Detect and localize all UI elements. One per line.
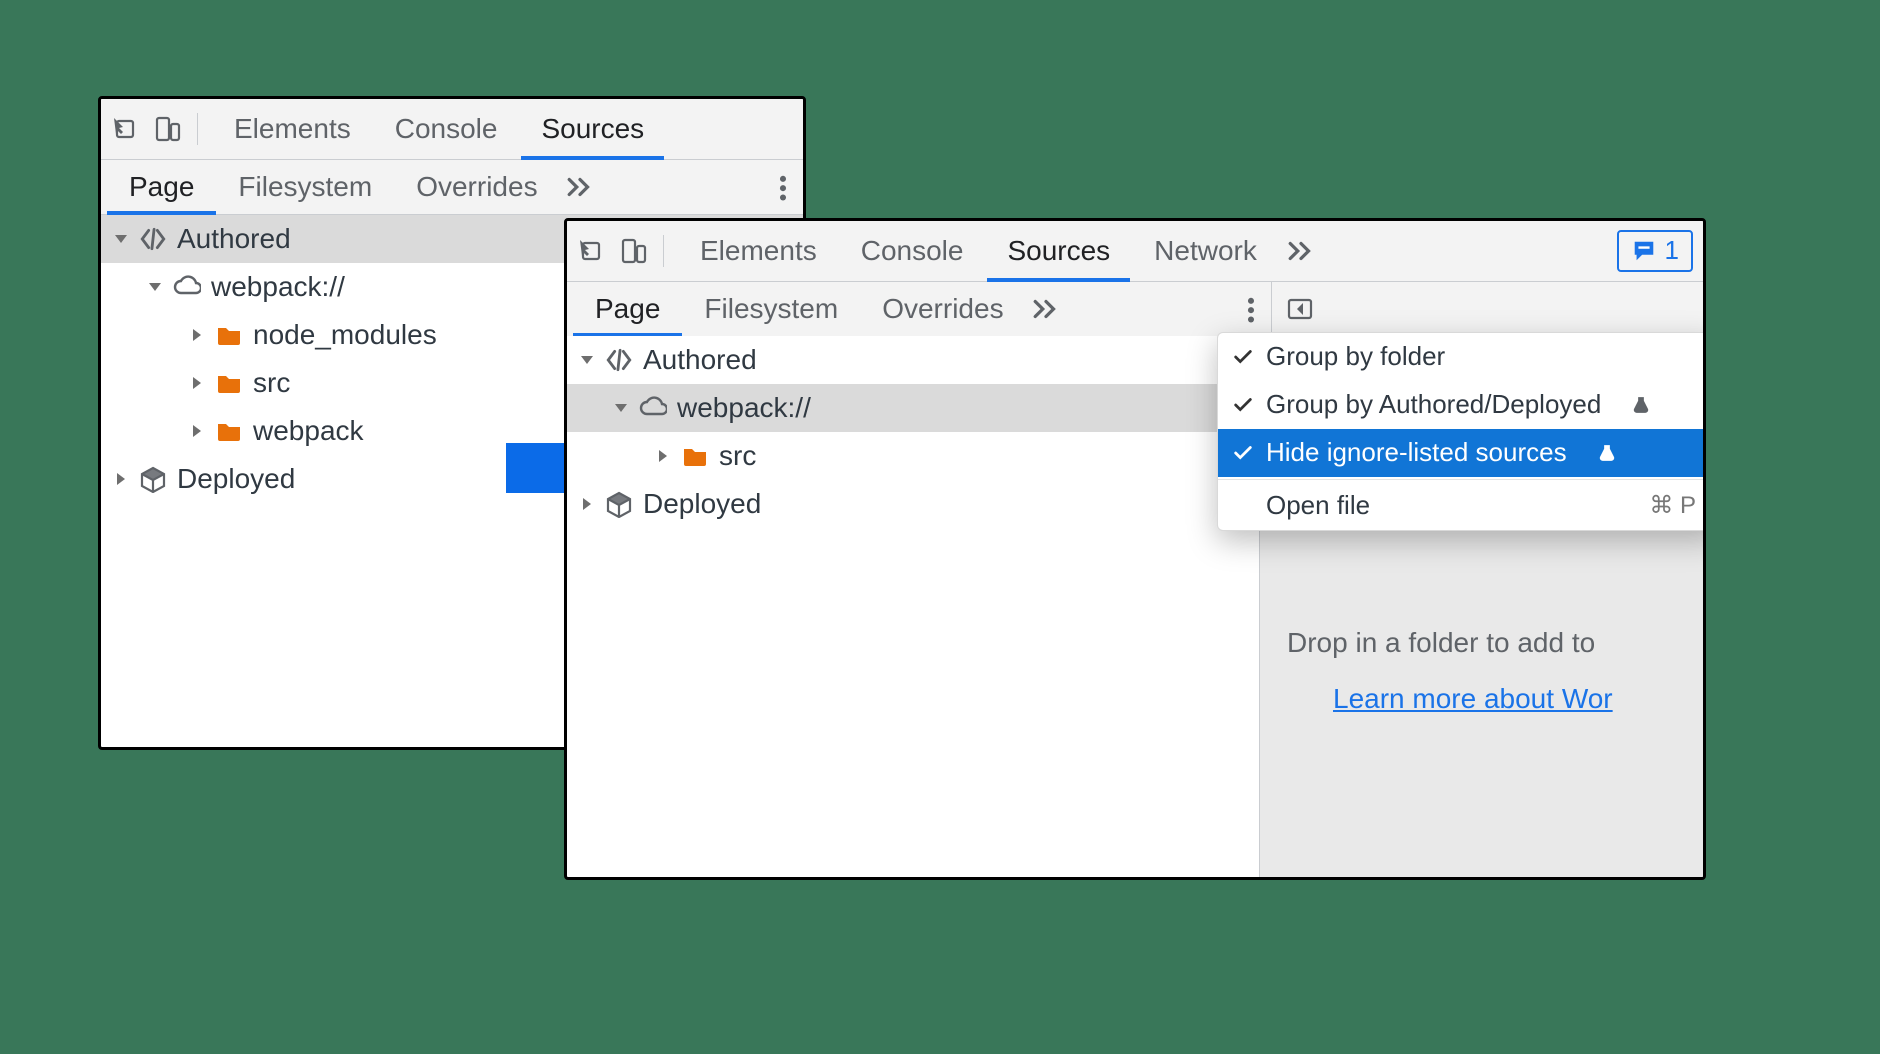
subtab-page[interactable]: Page	[573, 282, 682, 336]
folder-icon	[215, 417, 243, 445]
folder-icon	[215, 369, 243, 397]
tree-label: webpack://	[211, 270, 345, 304]
folder-icon	[681, 442, 709, 470]
chevron-down-icon	[113, 231, 129, 247]
check-icon	[1232, 344, 1254, 370]
chevron-right-icon	[579, 496, 595, 512]
tree-deployed[interactable]: Deployed	[567, 480, 1259, 528]
more-tabs-icon[interactable]	[1287, 237, 1315, 265]
menu-hide-ignore-listed[interactable]: Hide ignore-listed sources	[1218, 429, 1706, 477]
workspace-hint: Drop in a folder to add to	[1287, 626, 1697, 660]
subtab-overrides[interactable]: Overrides	[394, 160, 559, 214]
tree-label: Deployed	[643, 487, 761, 521]
device-toggle-icon[interactable]	[153, 115, 181, 143]
beaker-icon	[1597, 443, 1617, 463]
device-toggle-icon[interactable]	[619, 237, 647, 265]
beaker-icon	[1631, 395, 1651, 415]
tab-sources[interactable]: Sources	[987, 221, 1130, 281]
subtab-page[interactable]: Page	[107, 160, 216, 214]
cloud-icon	[639, 394, 667, 422]
menu-label: Group by folder	[1266, 341, 1445, 372]
tab-sources[interactable]: Sources	[521, 99, 664, 159]
chevron-down-icon	[579, 352, 595, 368]
file-tree: Authored webpack:// src Deployed	[567, 336, 1259, 528]
more-tabs-icon[interactable]	[566, 173, 594, 201]
inspect-icon[interactable]	[111, 115, 139, 143]
tree-label: Authored	[177, 222, 291, 256]
kebab-icon[interactable]	[1237, 295, 1265, 323]
workspace-learn-more-link[interactable]: Learn more about Wor	[1333, 682, 1613, 716]
subtab-filesystem[interactable]: Filesystem	[682, 282, 860, 336]
tab-elements[interactable]: Elements	[214, 99, 371, 159]
cube-icon	[605, 490, 633, 518]
chevron-right-icon	[113, 471, 129, 487]
tab-console[interactable]: Console	[841, 221, 984, 281]
more-tabs-icon[interactable]	[1032, 295, 1060, 323]
chevron-right-icon	[189, 375, 205, 391]
tree-authored[interactable]: Authored	[567, 336, 1259, 384]
check-icon	[1232, 440, 1254, 466]
menu-open-file[interactable]: Open file ⌘ P	[1218, 482, 1706, 530]
menu-group-by-authored-deployed[interactable]: Group by Authored/Deployed	[1218, 381, 1706, 429]
cube-icon	[139, 465, 167, 493]
main-toolbar: Elements Console Sources Network 1	[567, 221, 1703, 282]
cloud-icon	[173, 273, 201, 301]
main-toolbar: Elements Console Sources	[101, 99, 803, 160]
menu-divider	[1218, 479, 1706, 480]
subtab-overrides[interactable]: Overrides	[860, 282, 1025, 336]
tree-label: Deployed	[177, 462, 295, 496]
folder-icon	[215, 321, 243, 349]
inspect-icon[interactable]	[577, 237, 605, 265]
menu-label: Group by Authored/Deployed	[1266, 389, 1601, 420]
kebab-icon[interactable]	[769, 173, 797, 201]
menu-label: Open file	[1266, 490, 1370, 521]
chevron-down-icon	[613, 400, 629, 416]
tab-elements[interactable]: Elements	[680, 221, 837, 281]
sources-subtabs: Page Filesystem Overrides	[567, 282, 1272, 337]
menu-group-by-folder[interactable]: Group by folder	[1218, 333, 1706, 381]
tab-network[interactable]: Network	[1134, 221, 1277, 281]
check-icon	[1232, 392, 1254, 418]
tree-label: Authored	[643, 343, 757, 377]
toolbar-separator	[663, 235, 664, 267]
menu-shortcut: ⌘ P	[1649, 492, 1696, 521]
code-icon	[605, 346, 633, 374]
tree-label: webpack	[253, 414, 364, 448]
tree-label: webpack://	[677, 391, 811, 425]
issues-count: 1	[1665, 235, 1679, 266]
tree-webpack-scheme[interactable]: webpack://	[567, 384, 1259, 432]
chevron-right-icon	[189, 327, 205, 343]
code-icon	[139, 225, 167, 253]
subtab-filesystem[interactable]: Filesystem	[216, 160, 394, 214]
tree-label: src	[719, 439, 756, 473]
devtools-window-after: Elements Console Sources Network 1 Page …	[564, 218, 1706, 880]
sources-subtabs: Page Filesystem Overrides	[101, 160, 803, 215]
toolbar-separator	[197, 113, 198, 145]
chevron-right-icon	[189, 423, 205, 439]
collapse-panel-icon[interactable]	[1286, 295, 1314, 323]
issues-badge[interactable]: 1	[1617, 230, 1693, 272]
chevron-down-icon	[147, 279, 163, 295]
menu-label: Hide ignore-listed sources	[1266, 437, 1567, 468]
editor-toolbar	[1272, 282, 1703, 337]
chevron-right-icon	[655, 448, 671, 464]
tree-label: node_modules	[253, 318, 437, 352]
sources-options-menu: Group by folder Group by Authored/Deploy…	[1217, 332, 1706, 531]
tab-console[interactable]: Console	[375, 99, 518, 159]
tree-label: src	[253, 366, 290, 400]
tree-folder-src[interactable]: src	[567, 432, 1259, 480]
